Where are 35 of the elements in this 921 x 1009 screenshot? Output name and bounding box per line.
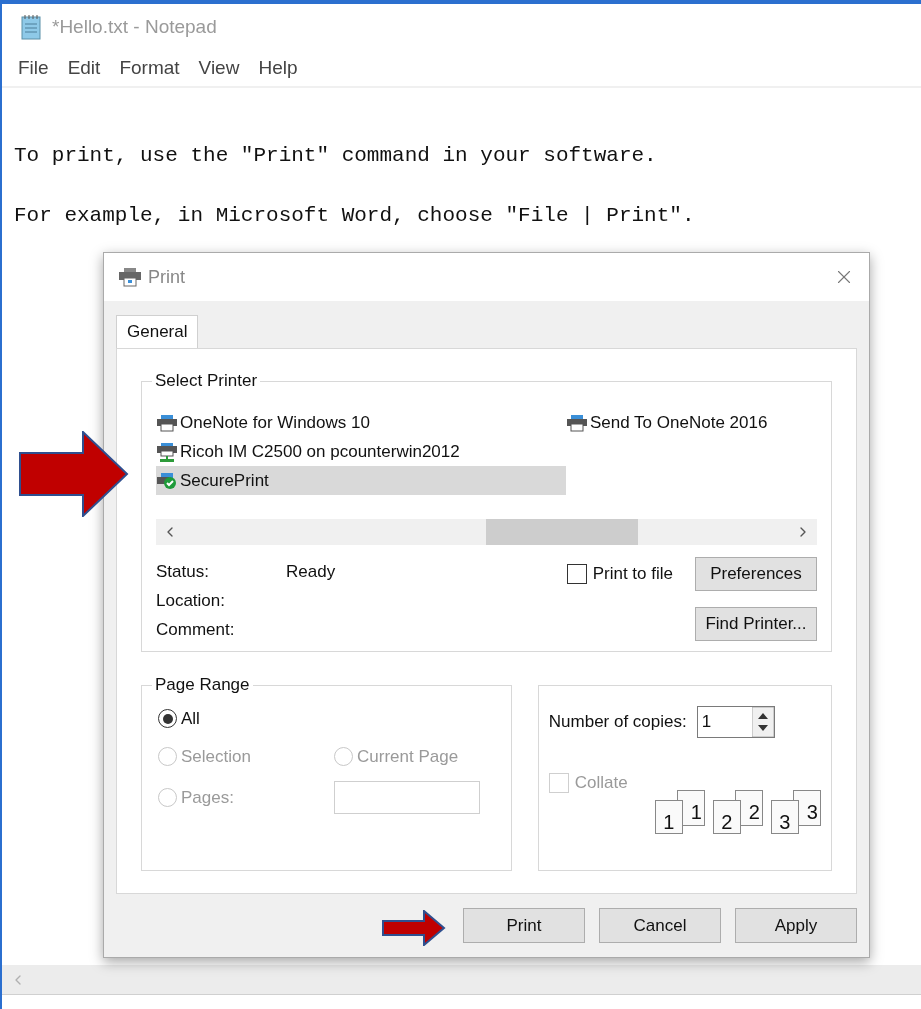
document-text-line: For example, in Microsoft Word, choose "File | Print". [14, 203, 696, 229]
document-text-line: To print, use the "Print" command in your software. [14, 143, 658, 169]
info-label: Comment: [156, 618, 236, 641]
menu-item[interactable]: View [190, 53, 248, 83]
info-label: Status: [156, 560, 210, 583]
radio-label: Current Page [357, 745, 459, 768]
dialog-button[interactable]: Print [463, 908, 585, 943]
checkbox-label: Print to file [592, 563, 673, 586]
radio-label: Selection [181, 745, 251, 768]
window-title: *Hello.txt - Notepad [52, 14, 217, 39]
tab[interactable]: General [116, 315, 199, 348]
radio-label: All [181, 708, 200, 730]
find-printer-button[interactable]: Find Printer... [695, 607, 817, 641]
radio-label: Pages: [181, 786, 234, 809]
preferences-button[interactable]: Preferences [695, 557, 817, 591]
page-icon: 3 [770, 799, 799, 834]
printer-item[interactable]: OneNote for Windows 10 [156, 408, 566, 437]
copies-label: Number of copies: [548, 711, 687, 734]
copies-spin-field[interactable]: 1 [696, 706, 775, 738]
menu-item[interactable]: Help [250, 53, 306, 83]
printer-item[interactable]: SecurePrint [156, 466, 566, 495]
dialog-title: Print [148, 265, 186, 289]
printer-item[interactable]: Send To OneNote 2016 [566, 408, 817, 437]
info-label: Location: [156, 589, 226, 612]
printer-item[interactable]: Ricoh IM C2500 on pcounterwin2012 [156, 437, 566, 466]
page-icon: 2 [712, 799, 741, 834]
dialog-button[interactable]: Cancel [599, 908, 721, 943]
menu-item[interactable]: File [10, 53, 57, 83]
menu-item[interactable]: Format [111, 53, 188, 83]
checkbox-label: Collate [574, 772, 628, 794]
info-value: Ready [286, 560, 336, 583]
page-icon: 1 [654, 799, 683, 834]
menu-item[interactable]: Edit [59, 53, 109, 83]
group-title: Page Range [152, 675, 253, 695]
dialog-button[interactable]: Apply [735, 908, 857, 943]
